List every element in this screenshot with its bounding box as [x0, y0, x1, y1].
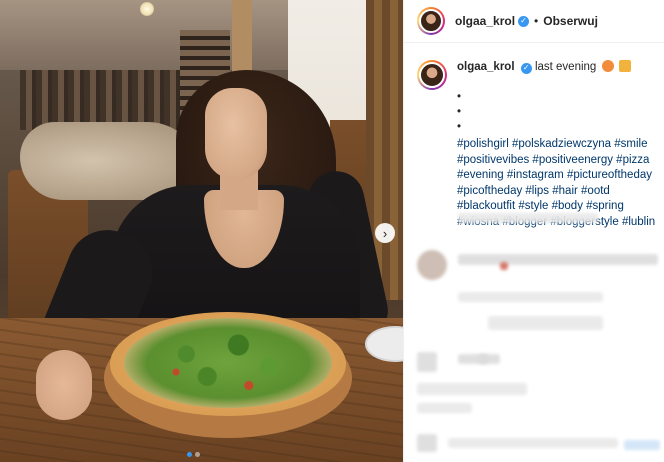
avatar[interactable]	[417, 60, 447, 90]
carousel-dot	[195, 452, 200, 457]
blurred-icon	[478, 354, 500, 364]
avatar[interactable]	[417, 7, 445, 35]
blurred-likes	[417, 383, 527, 395]
post-caption: olgaa_krol ✓ last evening • • • #polishg…	[417, 60, 657, 230]
carousel-dot	[187, 452, 192, 457]
blurred-publish-button	[624, 440, 660, 450]
pizza-emoji-icon	[618, 60, 631, 72]
verified-badge-icon: ✓	[518, 15, 530, 27]
post-header: olgaa_krol ✓ • Obserwuj	[404, 0, 664, 43]
avatar-image	[419, 62, 445, 88]
blurred-avatar	[417, 352, 437, 372]
avatar-image	[419, 9, 443, 33]
verified-badge-icon: ✓	[520, 62, 532, 74]
peach-emoji-icon	[601, 60, 614, 72]
caption-row: olgaa_krol ✓ last evening	[417, 60, 657, 90]
carousel-indicator	[187, 452, 200, 457]
header-username[interactable]: olgaa_krol	[455, 14, 515, 28]
photo-pizza-toppings	[124, 318, 332, 408]
chevron-right-icon[interactable]: ›	[375, 223, 395, 243]
caption-bullets: • • •	[457, 90, 657, 135]
caption-bullet: •	[457, 91, 462, 103]
blurred-date	[417, 403, 472, 413]
photo-lamp	[140, 2, 154, 16]
blurred-comment-input	[448, 438, 618, 448]
caption-bullet: •	[457, 121, 462, 133]
post-photo[interactable]: ›	[0, 0, 403, 462]
blurred-emoji	[500, 262, 508, 270]
blurred-emoji-button	[417, 434, 437, 452]
header-separator: •	[534, 14, 539, 28]
blurred-comment-line	[458, 213, 598, 223]
photo-hand	[36, 350, 92, 420]
follow-button[interactable]: Obserwuj	[543, 14, 598, 28]
blurred-comment-line	[458, 254, 658, 265]
blurred-comment-line	[458, 292, 603, 302]
caption-body: last evening	[534, 61, 597, 73]
blurred-comment-line	[488, 316, 603, 330]
caption-bullet: •	[457, 106, 462, 118]
blurred-avatar	[417, 250, 447, 280]
post-sidebar: olgaa_krol ✓ • Obserwuj olgaa_krol ✓ las…	[403, 0, 664, 462]
photo-face	[205, 88, 267, 180]
caption-text: olgaa_krol ✓ last evening	[457, 60, 631, 76]
caption-username[interactable]: olgaa_krol	[457, 61, 515, 73]
